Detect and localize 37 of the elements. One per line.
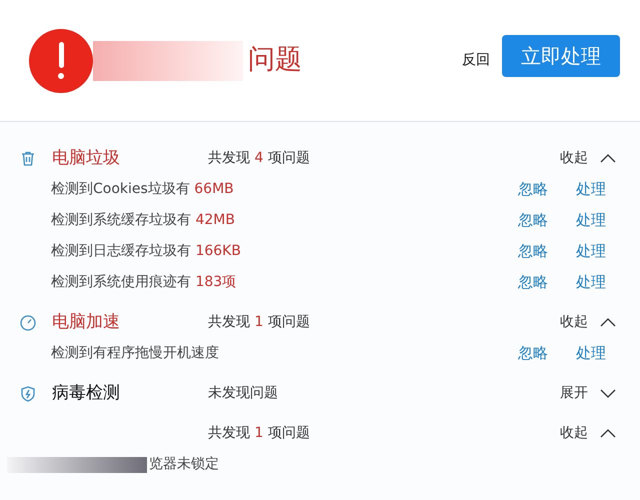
- issue-text: 检测到有程序拖慢开机速度: [51, 344, 220, 363]
- ignore-link[interactable]: 忽略: [518, 178, 548, 201]
- fix-now-button[interactable]: 立即处理: [502, 34, 620, 76]
- ignore-link[interactable]: 忽略: [518, 209, 548, 232]
- section-summary: 共发现 1 项问题: [208, 313, 311, 332]
- toggle-button[interactable]: 收起: [560, 148, 616, 169]
- issue-text: 检测到Cookies垃圾有 66MB: [51, 180, 235, 199]
- issue-text: 检测到日志缓存垃圾有 166KB: [51, 242, 242, 261]
- gauge-icon: [20, 314, 36, 330]
- section-summary: 共发现 4 项问题: [208, 149, 311, 168]
- chevron-up-icon: [600, 154, 616, 163]
- chevron-up-icon: [600, 318, 616, 327]
- shield-icon: [21, 386, 35, 402]
- fix-link[interactable]: 处理: [576, 178, 606, 201]
- issue-text: 检测到系统使用痕迹有 183项: [51, 273, 238, 292]
- ignore-link[interactable]: 忽略: [518, 342, 548, 365]
- back-link[interactable]: 反回: [462, 50, 490, 71]
- section-title: 病毒检测: [52, 382, 120, 403]
- toggle-button[interactable]: 收起: [560, 423, 616, 444]
- section-title: 电脑加速: [52, 312, 120, 332]
- ignore-link[interactable]: 忽略: [518, 271, 548, 294]
- chevron-up-icon: [600, 429, 616, 438]
- section-summary: 共发现 1 项问题: [208, 424, 311, 443]
- ignore-link[interactable]: 忽略: [518, 240, 548, 263]
- page-title: 问题: [248, 43, 302, 78]
- trash-icon: [21, 151, 35, 166]
- section-title: 电脑垃圾: [52, 148, 120, 168]
- toggle-button[interactable]: 收起: [560, 312, 616, 333]
- issue-text: 检测到系统缓存垃圾有 42MB: [51, 211, 236, 230]
- chevron-down-icon: [600, 389, 616, 398]
- fix-link[interactable]: 处理: [576, 342, 606, 365]
- fix-link[interactable]: 处理: [576, 240, 606, 263]
- fix-link[interactable]: 处理: [576, 209, 606, 232]
- section-summary: 未发现问题: [208, 384, 279, 403]
- toggle-button[interactable]: 展开: [560, 383, 616, 404]
- fix-link[interactable]: 处理: [576, 271, 606, 294]
- issue-text: 览器未锁定: [149, 455, 220, 474]
